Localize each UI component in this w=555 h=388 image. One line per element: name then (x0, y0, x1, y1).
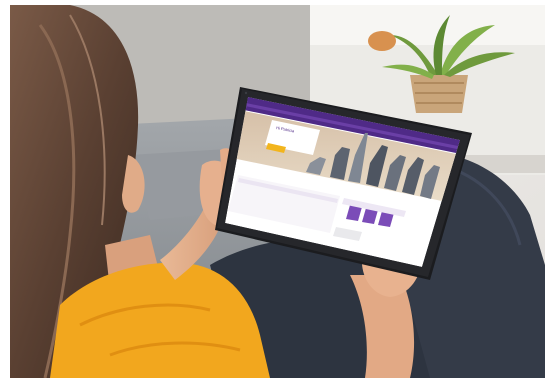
photo-scene: Hi Patricia (10, 5, 545, 378)
small-pot (368, 31, 396, 51)
